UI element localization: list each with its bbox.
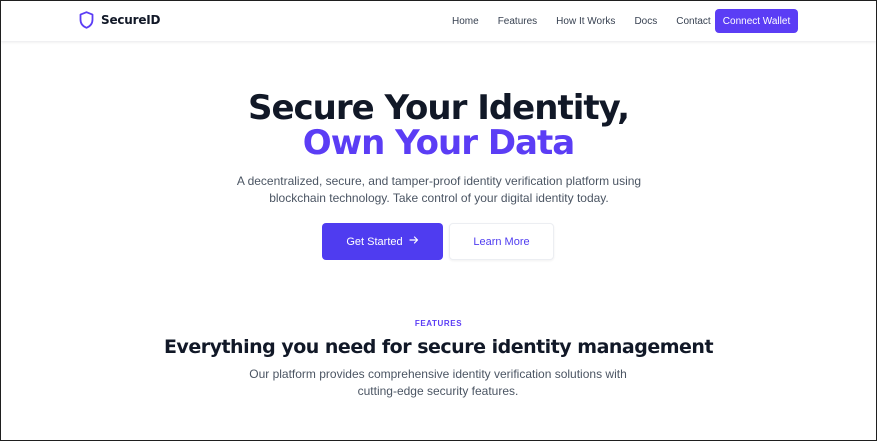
nav-link-home[interactable]: Home bbox=[452, 16, 479, 27]
brand-name: SecureID bbox=[101, 13, 161, 27]
nav-link-how-it-works[interactable]: How It Works bbox=[556, 16, 615, 27]
hero-title-line1: Secure Your Identity, bbox=[247, 88, 630, 128]
features-tag: FEATURES bbox=[414, 319, 463, 328]
features-title: Everything you need for secure identity … bbox=[163, 336, 714, 358]
nav-link-contact[interactable]: Contact bbox=[676, 16, 710, 27]
learn-more-button[interactable]: Learn More bbox=[449, 223, 554, 260]
brand-logo-link[interactable]: SecureID bbox=[79, 11, 161, 29]
features-description: Our platform provides comprehensive iden… bbox=[249, 367, 627, 398]
hero-title-line2: Own Your Data bbox=[302, 123, 575, 163]
arrow-right-icon bbox=[409, 235, 419, 248]
get-started-button[interactable]: Get Started bbox=[322, 223, 443, 260]
get-started-label: Get Started bbox=[346, 235, 403, 248]
connect-wallet-button[interactable]: Connect Wallet bbox=[715, 9, 798, 33]
shield-icon bbox=[79, 11, 94, 29]
hero-description: A decentralized, secure, and tamper-proo… bbox=[236, 174, 642, 205]
nav-link-features[interactable]: Features bbox=[498, 16, 537, 27]
nav-link-docs[interactable]: Docs bbox=[634, 16, 657, 27]
nav-links: Home Features How It Works Docs Contact bbox=[452, 1, 711, 41]
navbar: SecureID Home Features How It Works Docs… bbox=[1, 1, 876, 41]
browser-viewport: SecureID Home Features How It Works Docs… bbox=[0, 0, 877, 441]
